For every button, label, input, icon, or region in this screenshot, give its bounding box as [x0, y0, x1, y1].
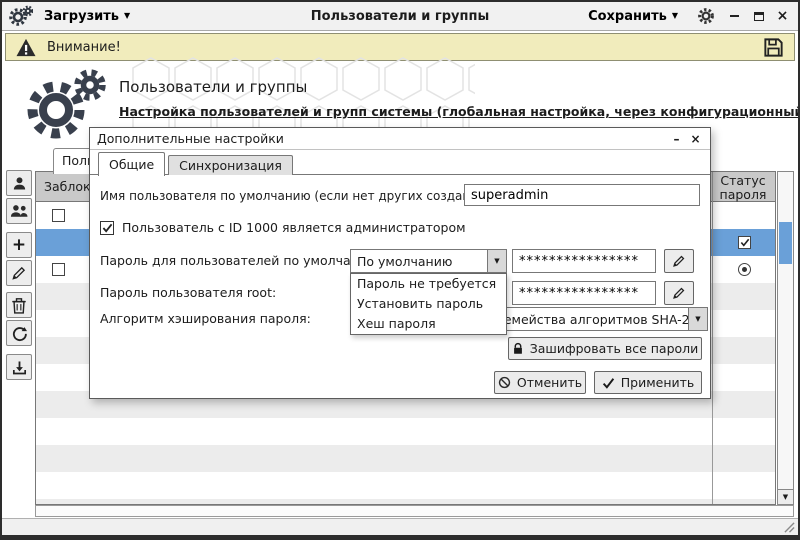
apply-button[interactable]: Применить: [594, 371, 702, 394]
lock-icon: [513, 342, 522, 354]
import-button[interactable]: [6, 354, 32, 380]
encrypt-all-passwords-button[interactable]: Зашифровать все пароли: [508, 337, 702, 360]
plus-icon: +: [11, 234, 27, 255]
hash-algorithm-label: Алгоритм хэширования пароля:: [100, 311, 311, 326]
password-status-checkbox-checked[interactable]: [738, 236, 751, 249]
scrollbar-thumb[interactable]: [779, 222, 792, 264]
password-mode-select[interactable]: По умолчанию ▼: [350, 249, 507, 273]
download-icon: [12, 360, 26, 374]
apply-button-label: Применить: [620, 375, 695, 390]
tab-synchronization[interactable]: Синхронизация: [168, 155, 293, 175]
pencil-icon: [12, 266, 26, 280]
save-file-icon[interactable]: [762, 36, 785, 59]
settings-gear-button[interactable]: [697, 7, 715, 25]
check-icon: [602, 377, 614, 389]
user-icon: [13, 176, 25, 190]
chevron-down-icon[interactable]: ▼: [688, 308, 707, 330]
trash-icon: [12, 297, 26, 314]
password-mode-dropdown: Пароль не требуется Установить пароль Хе…: [350, 273, 507, 335]
chevron-down-icon: ▼: [124, 11, 131, 20]
default-user-input[interactable]: [464, 184, 700, 206]
cancel-button[interactable]: Отменить: [494, 371, 586, 394]
column-separator: [712, 172, 713, 504]
load-menu-button[interactable]: Загрузить ▼: [40, 7, 134, 26]
dropdown-option-set-password[interactable]: Установить пароль: [351, 294, 506, 314]
check-icon: [102, 223, 112, 233]
warning-label: Внимание!: [47, 39, 121, 55]
password-mode-value: По умолчанию: [357, 253, 453, 269]
default-password-label: Пароль для пользователей по умолчанию:: [100, 253, 382, 268]
resize-grip[interactable]: [784, 522, 795, 533]
chevron-down-icon: ▼: [782, 493, 789, 501]
scroll-down-button[interactable]: ▼: [778, 489, 793, 504]
page-title: Пользователи и группы: [119, 78, 308, 96]
status-bar: [2, 518, 798, 535]
app-window: Загрузить ▼ Пользователи и группы Сохран…: [0, 0, 800, 540]
dialog-close-button[interactable]: ×: [688, 131, 703, 146]
warning-triangle-icon: [15, 38, 37, 57]
root-password-input[interactable]: [512, 281, 656, 305]
vertical-scrollbar[interactable]: ▼: [777, 171, 794, 505]
admin-checkbox[interactable]: [100, 221, 114, 235]
root-password-label: Пароль пользователя root:: [100, 285, 277, 300]
delete-button[interactable]: [6, 292, 32, 318]
dropdown-option-no-password[interactable]: Пароль не требуется: [351, 274, 506, 294]
users-view-button[interactable]: [6, 170, 32, 196]
empty-row: [36, 445, 775, 472]
cancel-button-label: Отменить: [516, 375, 583, 390]
dropdown-option-password-hash[interactable]: Хеш пароля: [351, 314, 506, 334]
empty-row: [36, 418, 775, 445]
cancel-icon: [498, 376, 511, 389]
empty-row: [36, 472, 775, 499]
tab-general[interactable]: Общие: [98, 152, 166, 176]
blocked-checkbox[interactable]: [52, 209, 65, 222]
admin-checkbox-label: Пользователь с ID 1000 является админист…: [122, 220, 466, 235]
password-status-radio-selected[interactable]: [738, 263, 751, 276]
blocked-checkbox[interactable]: [52, 263, 65, 276]
page-subtitle: Настройка пользователей и групп системы …: [119, 104, 800, 119]
group-icon: [10, 205, 28, 217]
maximize-icon: [753, 11, 764, 21]
dialog-body: Имя пользователя по умолчанию (если нет …: [90, 174, 710, 398]
minimize-icon: [730, 14, 739, 18]
edit-default-password-button[interactable]: [664, 249, 694, 273]
chevron-down-icon: ▼: [671, 11, 678, 20]
refresh-button[interactable]: [6, 320, 32, 346]
edit-root-password-button[interactable]: [664, 281, 694, 305]
chevron-down-icon[interactable]: ▼: [487, 250, 506, 272]
minimize-button[interactable]: [726, 7, 743, 25]
pencil-icon: [673, 255, 685, 267]
load-menu-label: Загрузить: [44, 8, 119, 24]
app-logo-gears-icon: [9, 5, 33, 27]
close-button[interactable]: ×: [774, 7, 791, 25]
save-menu-button[interactable]: Сохранить ▼: [584, 7, 682, 26]
maximize-button[interactable]: [750, 7, 767, 25]
save-menu-label: Сохранить: [588, 8, 667, 24]
window-titlebar: Загрузить ▼ Пользователи и группы Сохран…: [2, 2, 798, 31]
dialog-minimize-button[interactable]: –: [669, 131, 684, 146]
encrypt-button-label: Зашифровать все пароли: [529, 341, 699, 356]
column-header-password-status: Статус пароля: [719, 173, 767, 203]
default-user-label: Имя пользователя по умолчанию (если нет …: [100, 189, 504, 203]
horizontal-scrollbar[interactable]: [35, 505, 794, 517]
add-button[interactable]: +: [6, 232, 32, 258]
additional-settings-dialog: Дополнительные настройки – × Общие Синхр…: [89, 127, 711, 399]
dialog-title: Дополнительные настройки: [97, 131, 284, 146]
check-icon: [740, 238, 749, 247]
pencil-icon: [673, 287, 685, 299]
groups-view-button[interactable]: [6, 198, 32, 224]
dialog-titlebar: Дополнительные настройки – ×: [90, 128, 710, 150]
refresh-icon: [12, 326, 27, 341]
default-password-input[interactable]: [512, 249, 656, 273]
edit-button[interactable]: [6, 260, 32, 286]
dialog-tabs: Общие Синхронизация: [98, 151, 293, 176]
